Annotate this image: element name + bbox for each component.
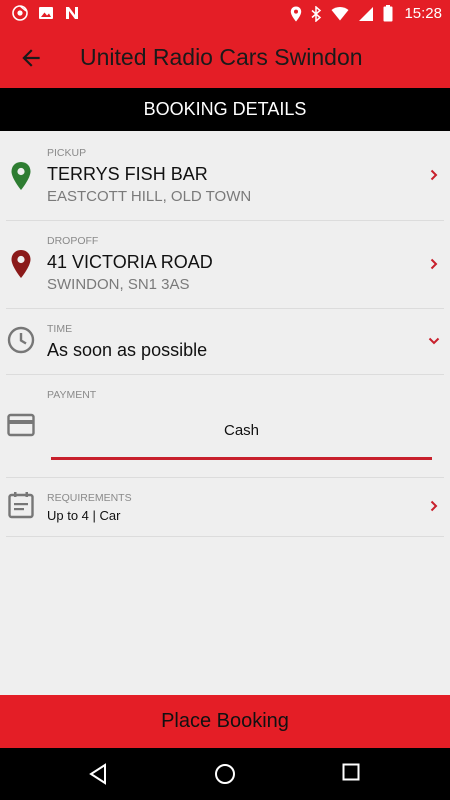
wifi-icon <box>331 7 349 21</box>
signal-icon <box>359 6 374 21</box>
pickup-name: TERRYS FISH BAR <box>47 164 208 184</box>
calendar-icon <box>8 492 34 519</box>
payment-row: PAYMENT Cash <box>0 375 450 478</box>
payment-selected-value: Cash <box>223 422 260 439</box>
requirements-value: Up to 4 | Car <box>47 508 121 523</box>
status-bar: 15:28 <box>0 0 450 28</box>
chevron-right-icon <box>430 500 438 512</box>
dropoff-label: DROPOFF <box>47 235 99 247</box>
dropoff-name: 41 VICTORIA ROAD <box>47 252 213 272</box>
payment-underline <box>51 457 432 460</box>
nav-recents-icon[interactable] <box>342 763 360 781</box>
clock-icon <box>7 326 35 354</box>
status-time: 15:28 <box>404 5 442 22</box>
payment-select[interactable]: Cash <box>51 410 432 460</box>
bluetooth-icon <box>311 5 322 22</box>
place-booking-button[interactable]: Place Booking <box>0 695 450 748</box>
battery-icon <box>383 5 393 22</box>
time-value: As soon as possible <box>47 340 208 360</box>
back-arrow-icon[interactable] <box>18 45 44 71</box>
nav-back-icon[interactable] <box>88 763 108 785</box>
chevron-right-icon <box>430 258 438 270</box>
navigation-bar <box>0 748 450 800</box>
pickup-pin-icon <box>11 162 31 190</box>
app-n-icon <box>66 7 78 19</box>
payment-label: PAYMENT <box>47 389 97 401</box>
time-label: TIME <box>47 323 73 335</box>
pickup-label: PICKUP <box>47 147 87 159</box>
section-header: BOOKING DETAILS <box>0 88 450 131</box>
requirements-label: REQUIREMENTS <box>47 492 132 504</box>
time-row[interactable]: TIME As soon as possible <box>0 309 450 375</box>
requirements-row[interactable]: REQUIREMENTS Up to 4 | Car <box>0 478 450 537</box>
pickup-address: EASTCOTT HILL, OLD TOWN <box>47 188 252 205</box>
image-icon <box>39 7 53 19</box>
dropoff-pin-icon <box>11 250 31 278</box>
pickup-row[interactable]: PICKUP TERRYS FISH BAR EASTCOTT HILL, OL… <box>0 131 450 221</box>
app-title: United Radio Cars Swindon <box>80 44 363 70</box>
credit-card-icon <box>7 413 35 437</box>
dropoff-row[interactable]: DROPOFF 41 VICTORIA ROAD SWINDON, SN1 3A… <box>0 221 450 309</box>
chrome-icon <box>12 5 28 21</box>
nav-home-icon[interactable] <box>214 763 236 785</box>
location-icon <box>291 6 302 21</box>
app-bar: United Radio Cars Swindon <box>0 28 450 88</box>
chevron-down-icon <box>428 337 440 345</box>
chevron-right-icon <box>430 169 438 181</box>
dropoff-address: SWINDON, SN1 3AS <box>47 276 190 293</box>
